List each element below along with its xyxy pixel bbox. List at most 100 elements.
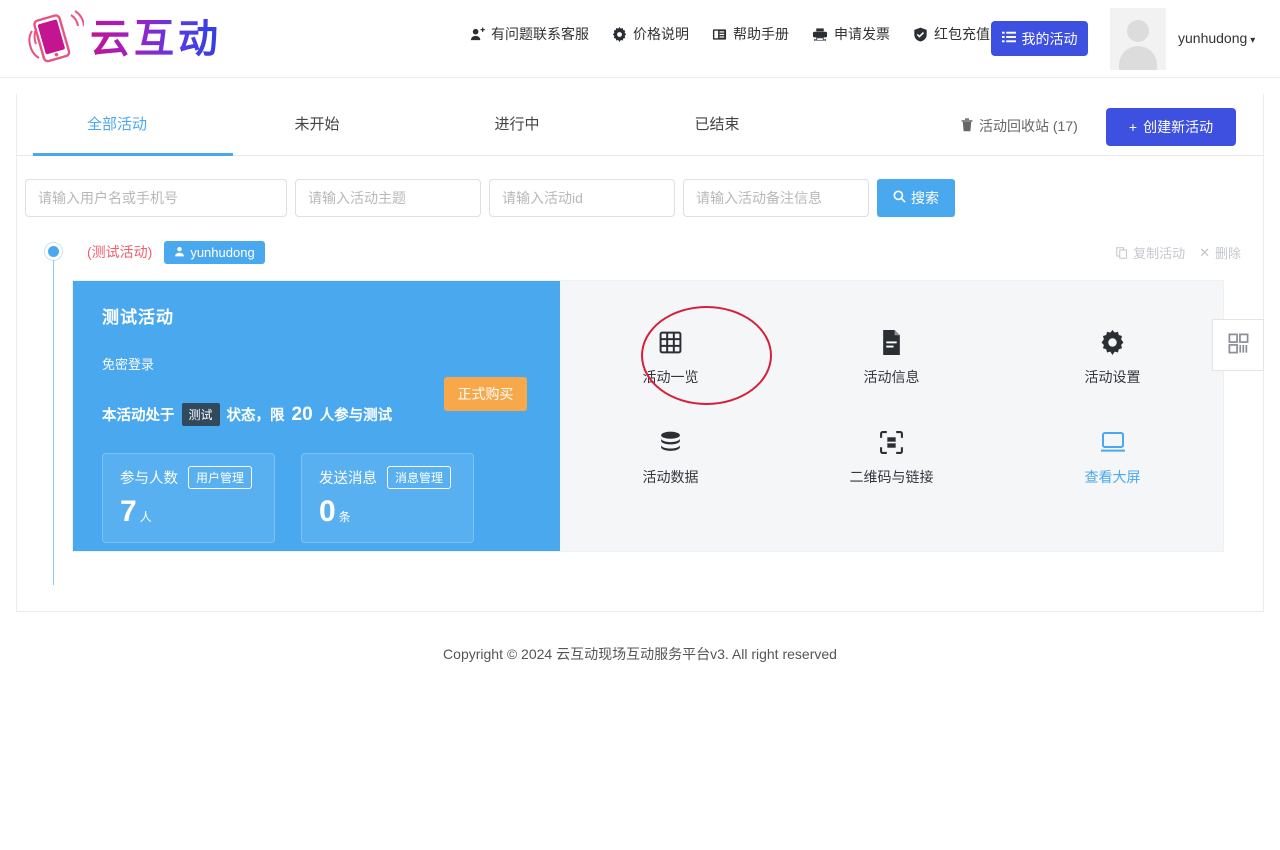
database-icon <box>560 425 781 459</box>
search-input-activity-id[interactable] <box>489 179 675 217</box>
purchase-button[interactable]: 正式购买 <box>444 377 527 411</box>
tool-label: 二维码与链接 <box>781 467 1002 487</box>
activity-subtitle: 免密登录 <box>102 354 560 373</box>
tool-activity-data[interactable]: 活动数据 <box>560 425 781 487</box>
nav-item-contact-support[interactable]: 有问题联系客服 <box>470 24 589 44</box>
search-input-topic[interactable] <box>295 179 481 217</box>
trash-icon <box>961 118 973 135</box>
create-activity-label: 创建新活动 <box>1143 117 1213 137</box>
avatar[interactable] <box>1110 8 1166 70</box>
create-activity-button[interactable]: + 创建新活动 <box>1106 108 1236 146</box>
copy-icon <box>1116 247 1128 259</box>
active-tab-indicator <box>33 153 233 156</box>
monitor-icon <box>1002 425 1223 459</box>
timeline-dot-icon <box>45 243 62 260</box>
tab-not-started[interactable]: 未开始 <box>217 94 417 156</box>
status-mid: 状态，限 <box>227 404 285 425</box>
stat-value-wrap: 0条 <box>319 497 473 527</box>
document-icon <box>781 325 1002 359</box>
search-button-label: 搜索 <box>911 188 939 208</box>
nav-item-help-manual[interactable]: 帮助手册 <box>712 24 789 44</box>
activity-test-tag: (测试活动) <box>87 242 152 262</box>
search-button[interactable]: 搜索 <box>877 179 955 217</box>
nav-item-redpacket-recharge[interactable]: 红包充值 <box>913 24 990 44</box>
search-icon <box>893 190 906 206</box>
tool-view-bigscreen[interactable]: 查看大屏 <box>1002 425 1223 487</box>
activity-card: 测试活动 免密登录 本活动处于 测试 状态，限 20 人参与测试 正式购买 参与… <box>72 280 1224 552</box>
app-header: 云互动 有问题联系客服 价格说明 <box>0 0 1280 78</box>
floating-qr-tab[interactable] <box>1212 319 1264 371</box>
gear-icon <box>612 27 627 42</box>
activity-title: 测试活动 <box>102 303 560 328</box>
stat-value: 7 <box>120 495 137 528</box>
recycle-bin-label: 活动回收站 (17) <box>979 116 1078 136</box>
activity-stats: 参与人数 用户管理 7人 发送消息 消息管理 0条 <box>102 453 560 543</box>
activity-card-summary: 测试活动 免密登录 本活动处于 测试 状态，限 20 人参与测试 正式购买 参与… <box>73 281 560 551</box>
status-prefix: 本活动处于 <box>102 404 175 425</box>
recycle-bin-link[interactable]: 活动回收站 (17) <box>961 116 1078 136</box>
stat-value: 0 <box>319 495 336 528</box>
search-filters: 搜索 <box>17 156 1263 217</box>
copy-activity-button[interactable]: 复制活动 <box>1116 243 1185 262</box>
activity-tools: 活动一览 活动信息 <box>560 281 1223 551</box>
user-plus-icon <box>470 27 485 42</box>
stat-messages: 发送消息 消息管理 0条 <box>301 453 474 543</box>
nav-label: 申请发票 <box>834 24 890 44</box>
shield-check-icon <box>913 27 928 42</box>
gear-icon <box>1002 325 1223 359</box>
search-input-remark[interactable] <box>683 179 869 217</box>
nav-item-pricing[interactable]: 价格说明 <box>612 24 689 44</box>
nav-label: 价格说明 <box>633 24 689 44</box>
list-icon <box>1002 30 1016 47</box>
activity-owner-name: yunhudong <box>190 245 254 260</box>
activity-tabs: 全部活动 未开始 进行中 已结束 活动回收站 (17) + 创建新活动 <box>17 94 1263 156</box>
tool-label: 活动设置 <box>1002 367 1223 387</box>
nav-label: 有问题联系客服 <box>491 24 589 44</box>
message-management-button[interactable]: 消息管理 <box>387 466 451 489</box>
stat-unit: 条 <box>339 510 351 524</box>
stat-participants: 参与人数 用户管理 7人 <box>102 453 275 543</box>
stat-label: 发送消息 <box>319 467 377 488</box>
activity-owner-badge: yunhudong <box>164 241 264 264</box>
user-management-button[interactable]: 用户管理 <box>188 466 252 489</box>
tool-label: 活动信息 <box>781 367 1002 387</box>
stat-label: 参与人数 <box>120 467 178 488</box>
chevron-down-icon: ▾ <box>1250 35 1255 46</box>
tool-label: 活动数据 <box>560 467 781 487</box>
tool-activity-overview[interactable]: 活动一览 <box>560 325 781 387</box>
hand-holding-phone-icon <box>22 9 84 69</box>
activity-actions: 复制活动 ✕ 删除 <box>1116 243 1241 262</box>
stat-value-wrap: 7人 <box>120 497 274 527</box>
header-nav: 有问题联系客服 价格说明 帮助手册 <box>470 24 990 44</box>
status-limit-number: 20 <box>292 404 313 426</box>
activities-panel: 全部活动 未开始 进行中 已结束 活动回收站 (17) + 创建新活动 <box>16 94 1264 612</box>
activity-list-item: (测试活动) yunhudong 复制活动 <box>17 241 1263 552</box>
tool-activity-info[interactable]: 活动信息 <box>781 325 1002 387</box>
my-activities-button[interactable]: 我的活动 <box>991 21 1088 56</box>
tab-in-progress[interactable]: 进行中 <box>417 94 617 156</box>
activity-header: (测试活动) yunhudong 复制活动 <box>33 241 1263 263</box>
nav-item-invoice[interactable]: 申请发票 <box>812 24 890 44</box>
delete-activity-label: 删除 <box>1215 243 1241 262</box>
avatar-placeholder-icon <box>1127 20 1149 42</box>
user-icon <box>174 245 185 260</box>
plus-icon: + <box>1129 119 1137 135</box>
user-menu[interactable]: yunhudong▾ <box>1178 30 1255 46</box>
my-activities-label: 我的活动 <box>1022 29 1078 49</box>
tab-ended[interactable]: 已结束 <box>617 94 817 156</box>
tool-qr-and-link[interactable]: 二维码与链接 <box>781 425 1002 487</box>
tool-label: 查看大屏 <box>1002 467 1223 487</box>
search-input-username[interactable] <box>25 179 287 217</box>
book-icon <box>712 27 727 42</box>
logo-text: 云互动 <box>90 19 222 59</box>
copy-activity-label: 复制活动 <box>1133 243 1185 262</box>
stat-unit: 人 <box>140 510 152 524</box>
qr-scan-icon <box>781 425 1002 459</box>
status-suffix: 人参与测试 <box>320 404 393 425</box>
footer-copyright: Copyright © 2024 云互动现场互动服务平台v3. All righ… <box>0 644 1280 664</box>
logo[interactable]: 云互动 <box>0 9 222 69</box>
qr-code-icon <box>1227 332 1250 358</box>
tool-activity-settings[interactable]: 活动设置 <box>1002 325 1223 387</box>
delete-activity-button[interactable]: ✕ 删除 <box>1199 243 1241 262</box>
tab-all-activities[interactable]: 全部活动 <box>17 94 217 156</box>
